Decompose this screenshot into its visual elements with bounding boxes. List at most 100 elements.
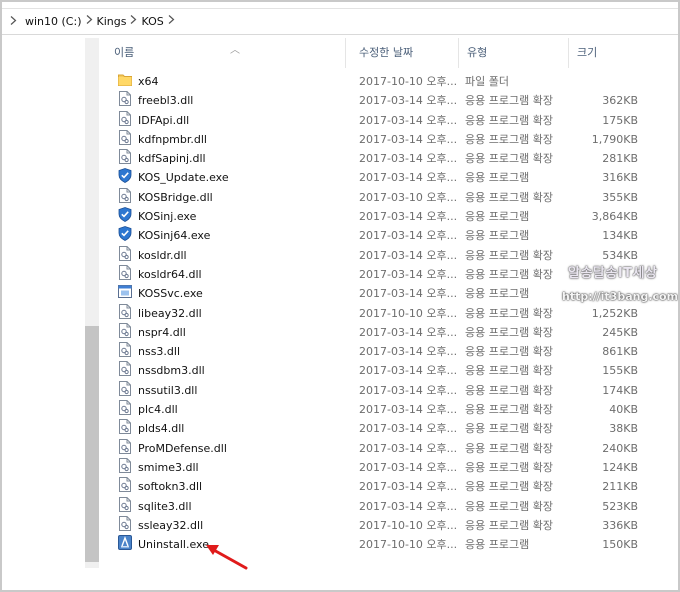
file-row[interactable]: nssutil3.dll 2017-03-14 오후... 응용 프로그램 확장 17… bbox=[106, 380, 646, 400]
chevron-right-icon[interactable] bbox=[168, 15, 175, 27]
file-name: nssutil3.dll bbox=[138, 383, 198, 397]
file-row[interactable]: IDFApi.dll 2017-03-14 오후... 응용 프로그램 확장 175K… bbox=[106, 110, 646, 130]
file-name: plc4.dll bbox=[138, 403, 178, 417]
file-size: 124KB bbox=[602, 460, 638, 474]
column-header-type[interactable]: 유형 bbox=[459, 38, 569, 68]
file-name: IDFApi.dll bbox=[138, 113, 190, 127]
column-header-date-label: 수정한 날짜 bbox=[359, 46, 414, 59]
file-row[interactable]: nspr4.dll 2017-03-14 오후... 응용 프로그램 확장 245KB bbox=[106, 322, 646, 342]
column-header-date[interactable]: 수정한 날짜 bbox=[351, 38, 459, 68]
file-type: 응용 프로그램 확장 bbox=[465, 422, 553, 436]
chevron-right-icon[interactable] bbox=[130, 15, 137, 27]
file-row[interactable]: ProMDefense.dll 2017-03-14 오후... 응용 프로그램 확… bbox=[106, 438, 646, 458]
file-row[interactable]: kosldr.dll 2017-03-14 오후... 응용 프로그램 확장 534K… bbox=[106, 245, 646, 265]
file-name: KOSinj64.exe bbox=[138, 229, 211, 243]
file-date: 2017-03-10 오후... bbox=[359, 190, 458, 204]
file-size: 38KB bbox=[609, 422, 638, 436]
file-name: softokn3.dll bbox=[138, 480, 203, 494]
dll-file-icon bbox=[118, 303, 132, 319]
breadcrumb-item-kings[interactable]: Kings bbox=[97, 15, 127, 28]
explorer-window: win10 (C:) Kings KOS 이름 ︿ 수정한 날짜 유형 크기 x… bbox=[2, 2, 678, 590]
file-name: ProMDefense.dll bbox=[138, 441, 227, 455]
file-type: 응용 프로그램 확장 bbox=[465, 345, 553, 359]
file-name: nss3.dll bbox=[138, 345, 181, 359]
file-name: KOSSvc.exe bbox=[138, 287, 203, 301]
file-type: 응용 프로그램 bbox=[465, 538, 530, 552]
chevron-right-icon[interactable] bbox=[10, 15, 17, 28]
file-row[interactable]: kdfSapinj.dll 2017-03-14 오후... 응용 프로그램 확장 2… bbox=[106, 149, 646, 168]
file-date: 2017-03-14 오후... bbox=[359, 113, 458, 127]
file-size: 155KB bbox=[602, 364, 638, 378]
file-name: kosldr.dll bbox=[138, 248, 187, 262]
file-size: 355KB bbox=[602, 190, 638, 204]
file-size: 861KB bbox=[602, 345, 638, 359]
file-name: nspr4.dll bbox=[138, 325, 186, 339]
file-size: 240KB bbox=[602, 441, 638, 455]
dll-file-icon bbox=[118, 129, 132, 145]
breadcrumb[interactable]: win10 (C:) Kings KOS bbox=[2, 8, 678, 35]
file-type: 응용 프로그램 bbox=[465, 171, 530, 185]
file-row[interactable]: KOSBridge.dll 2017-03-10 오후... 응용 프로그램 확장 3… bbox=[106, 187, 646, 207]
file-date: 2017-03-14 오후... bbox=[359, 325, 458, 339]
file-date: 2017-03-14 오후... bbox=[359, 287, 458, 301]
file-type: 응용 프로그램 확장 bbox=[465, 190, 553, 204]
file-name: ssleay32.dll bbox=[138, 518, 204, 532]
file-size: 175KB bbox=[602, 113, 638, 127]
file-name: kdfnpmbr.dll bbox=[138, 132, 207, 146]
file-size: 1,790KB bbox=[591, 132, 638, 146]
file-size: 3,864KB bbox=[591, 210, 638, 224]
file-row[interactable]: plds4.dll 2017-03-14 오후... 응용 프로그램 확장 38KB bbox=[106, 419, 646, 438]
column-header-name[interactable]: 이름 ︿ bbox=[106, 38, 346, 68]
file-row[interactable]: libeay32.dll 2017-10-10 오후... 응용 프로그램 확장 1,… bbox=[106, 303, 646, 323]
file-row[interactable]: kosldr64.dll 2017-03-14 오후... 응용 프로그램 확장 bbox=[106, 264, 646, 284]
file-row[interactable]: plc4.dll 2017-03-14 오후... 응용 프로그램 확장 40KB bbox=[106, 400, 646, 419]
file-name: x64 bbox=[138, 75, 159, 88]
file-name: sqlite3.dll bbox=[138, 499, 192, 513]
file-size: 1,252KB bbox=[591, 306, 638, 320]
breadcrumb-item-drive[interactable]: win10 (C:) bbox=[25, 15, 82, 28]
file-size: 150KB bbox=[602, 538, 638, 552]
file-name: Uninstall.exe bbox=[138, 538, 209, 552]
file-date: 2017-03-14 오후... bbox=[359, 152, 458, 166]
breadcrumb-item-kos[interactable]: KOS bbox=[141, 15, 163, 28]
file-row[interactable]: KOS_Update.exe 2017-03-14 오후... 응용 프로그램 316… bbox=[106, 168, 646, 187]
chevron-right-icon[interactable] bbox=[86, 15, 93, 27]
file-type: 응용 프로그램 확장 bbox=[465, 132, 553, 146]
file-date: 2017-03-14 오후... bbox=[359, 441, 458, 455]
file-date: 2017-10-10 오후... bbox=[359, 518, 458, 532]
sort-ascending-icon: ︿ bbox=[230, 45, 240, 56]
file-name: nssdbm3.dll bbox=[138, 364, 205, 378]
dll-file-icon bbox=[118, 110, 132, 126]
file-date: 2017-03-14 오후... bbox=[359, 229, 458, 243]
file-row[interactable]: KOSinj64.exe 2017-03-14 오후... 응용 프로그램 134KB bbox=[106, 226, 646, 245]
navigation-scrollbar-thumb[interactable] bbox=[85, 326, 99, 562]
dll-file-icon bbox=[118, 322, 132, 338]
file-row[interactable]: nssdbm3.dll 2017-03-14 오후... 응용 프로그램 확장 155… bbox=[106, 361, 646, 380]
file-row[interactable]: softokn3.dll 2017-03-14 오후... 응용 프로그램 확장 21… bbox=[106, 477, 646, 496]
file-size: 523KB bbox=[602, 499, 638, 513]
file-row[interactable]: freebl3.dll 2017-03-14 오후... 응용 프로그램 확장 362… bbox=[106, 91, 646, 110]
file-type: 응용 프로그램 확장 bbox=[465, 518, 553, 532]
file-row[interactable]: smime3.dll 2017-03-14 오후... 응용 프로그램 확장 124K… bbox=[106, 457, 646, 477]
watermark-url: http://it3bang.com bbox=[562, 290, 678, 303]
dll-file-icon bbox=[118, 380, 132, 396]
file-row[interactable]: kdfnpmbr.dll 2017-03-14 오후... 응용 프로그램 확장 1,… bbox=[106, 129, 646, 149]
file-row[interactable]: x64 2017-10-10 오후... 파일 폴더 bbox=[106, 72, 646, 91]
file-row[interactable]: Uninstall.exe 2017-10-10 오후... 응용 프로그램 150K… bbox=[106, 535, 646, 554]
dll-file-icon bbox=[118, 515, 132, 531]
file-row[interactable]: KOSinj.exe 2017-03-14 오후... 응용 프로그램 3,864KB bbox=[106, 207, 646, 226]
file-size: 362KB bbox=[602, 94, 638, 108]
dll-file-icon bbox=[118, 264, 132, 280]
file-type: 응용 프로그램 확장 bbox=[465, 325, 553, 339]
file-row[interactable]: nss3.dll 2017-03-14 오후... 응용 프로그램 확장 861KB bbox=[106, 342, 646, 361]
file-type: 응용 프로그램 확장 bbox=[465, 403, 553, 417]
file-date: 2017-03-14 오후... bbox=[359, 480, 458, 494]
column-header-size[interactable]: 크기 bbox=[569, 38, 641, 68]
file-date: 2017-03-14 오후... bbox=[359, 94, 458, 108]
dll-file-icon bbox=[118, 187, 132, 203]
file-type: 파일 폴더 bbox=[465, 75, 509, 88]
file-row[interactable]: ssleay32.dll 2017-10-10 오후... 응용 프로그램 확장 33… bbox=[106, 515, 646, 535]
file-row[interactable]: sqlite3.dll 2017-03-14 오후... 응용 프로그램 확장 523… bbox=[106, 496, 646, 516]
file-date: 2017-03-14 오후... bbox=[359, 171, 458, 185]
column-header-name-label: 이름 bbox=[114, 46, 135, 59]
